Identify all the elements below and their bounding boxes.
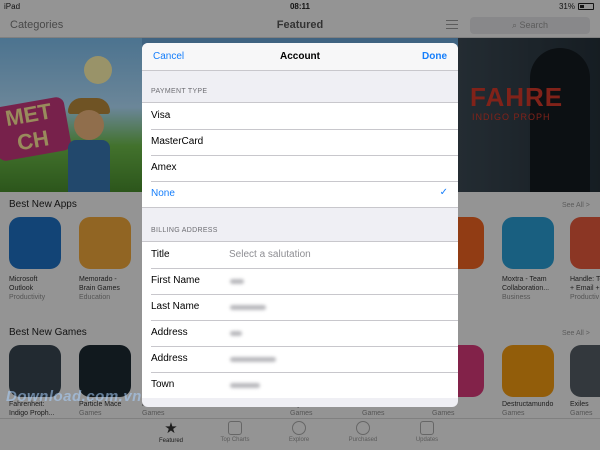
payment-option-label: Amex	[151, 162, 177, 173]
address-field-1[interactable]: Address	[142, 320, 458, 346]
first-name-field[interactable]: First Name	[142, 268, 458, 294]
payment-type-header: PAYMENT TYPE	[151, 88, 208, 95]
field-label: Title	[151, 249, 170, 260]
last-name-field[interactable]: Last Name	[142, 294, 458, 320]
address-field-2[interactable]: Address	[142, 346, 458, 372]
modal-title: Account	[280, 51, 320, 62]
title-field[interactable]: Title Select a salutation	[142, 242, 458, 268]
field-label: Address	[151, 353, 188, 364]
salutation-select[interactable]: Select a salutation	[229, 249, 311, 260]
payment-option-label: Visa	[151, 110, 171, 121]
field-label: Town	[151, 379, 175, 390]
billing-address-header: BILLING ADDRESS	[151, 227, 218, 234]
field-label: First Name	[151, 275, 200, 286]
checkmark-icon: ✓	[439, 187, 448, 198]
town-input[interactable]	[230, 383, 260, 388]
payment-option-mastercard[interactable]: MasterCard	[142, 129, 458, 155]
field-label: Address	[151, 327, 188, 338]
address-line-2-input[interactable]	[230, 357, 276, 362]
payment-option-amex[interactable]: Amex	[142, 155, 458, 181]
modal-header: Cancel Account Done	[142, 43, 458, 71]
field-label: Last Name	[151, 301, 200, 312]
billing-address-form: Title Select a salutation First Name Las…	[142, 241, 458, 398]
payment-option-visa[interactable]: Visa	[142, 103, 458, 129]
payment-option-none[interactable]: None ✓	[142, 181, 458, 207]
payment-option-label: None	[151, 188, 175, 199]
done-button[interactable]: Done	[422, 51, 447, 62]
first-name-input[interactable]	[230, 279, 244, 284]
account-modal: Cancel Account Done PAYMENT TYPE Visa Ma…	[142, 43, 458, 407]
payment-type-list: Visa MasterCard Amex None ✓	[142, 102, 458, 208]
last-name-input[interactable]	[230, 305, 266, 310]
address-line-1-input[interactable]	[230, 331, 242, 336]
payment-option-label: MasterCard	[151, 136, 204, 147]
town-field[interactable]: Town	[142, 372, 458, 398]
